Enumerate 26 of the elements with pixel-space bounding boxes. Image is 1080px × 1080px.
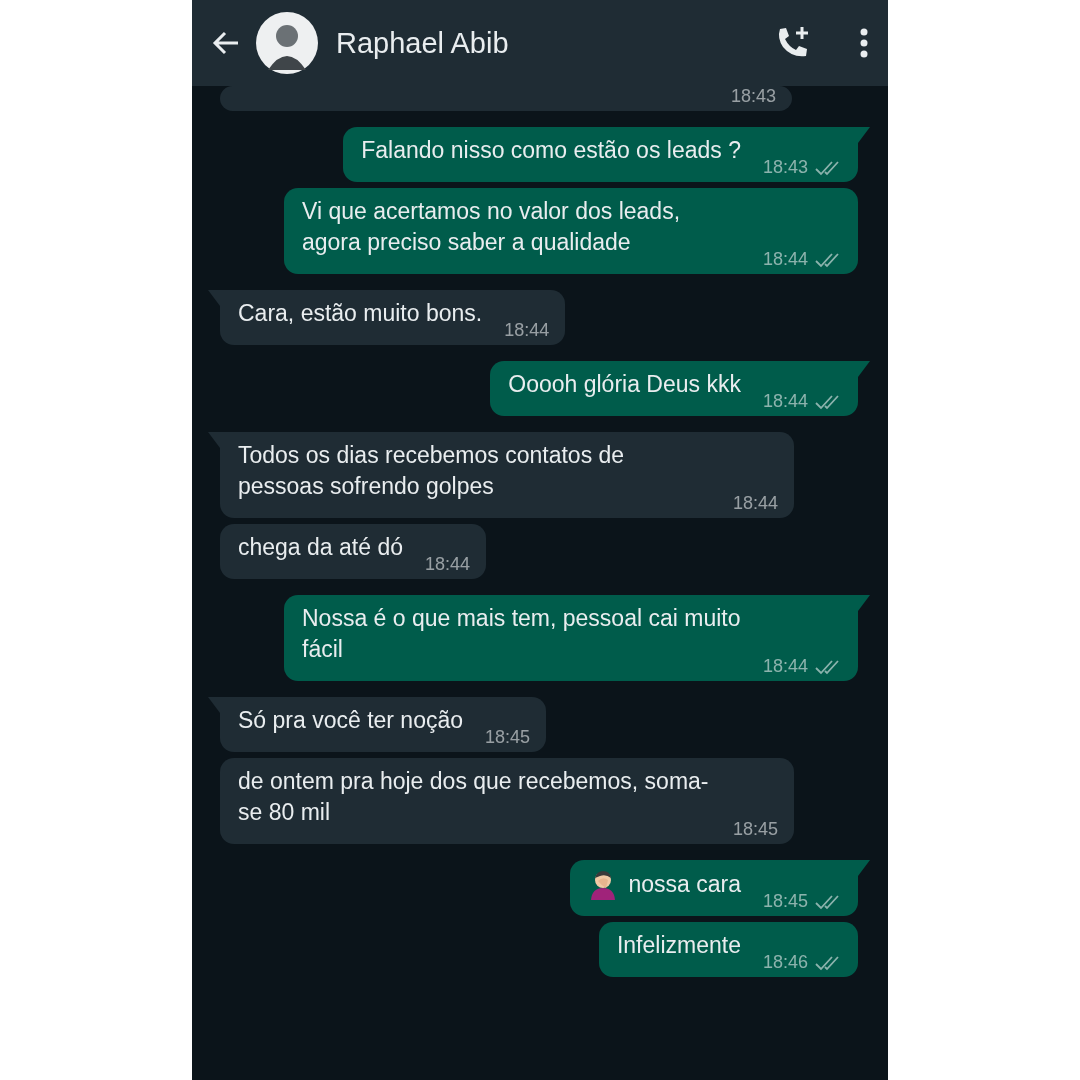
message-time: 18:46 bbox=[762, 952, 808, 973]
message-time: 18:44 bbox=[504, 320, 550, 341]
message-time: 18:44 bbox=[732, 493, 778, 514]
message-time: 18:45 bbox=[732, 819, 778, 840]
message-text: nossa cara bbox=[588, 868, 741, 912]
message-text: Nossa é o que mais tem, pessoal cai muito fácil bbox=[302, 604, 741, 664]
message-time: 18:43 bbox=[730, 86, 776, 107]
message-text: Infelizmente bbox=[616, 931, 741, 960]
message-time: 18:44 bbox=[762, 249, 808, 270]
message-text: Falando nisso como estão os leads ? bbox=[361, 136, 741, 165]
message-time: 18:44 bbox=[762, 391, 808, 412]
message-text: Vi que acertamos no valor dos leads, agora preciso saber a qualidade bbox=[302, 197, 682, 257]
message-text: chega da até dó bbox=[238, 533, 403, 562]
message-time: 18:45 bbox=[485, 727, 531, 748]
message-time: 18:44 bbox=[762, 656, 808, 677]
message-time: 18:43 bbox=[762, 157, 808, 178]
message-time: 18:45 bbox=[762, 891, 808, 912]
more-options-icon bbox=[860, 28, 868, 58]
message-text: Ooooh glória Deus kkk bbox=[508, 370, 741, 399]
message-text: Só pra você ter noção bbox=[238, 706, 464, 735]
message-text: de ontem pra hoje dos que recebemos, soma-se 80 mil bbox=[238, 767, 710, 827]
avatar[interactable] bbox=[256, 12, 318, 74]
contact-name[interactable]: Raphael Abib bbox=[336, 26, 760, 60]
message-time: 18:44 bbox=[425, 554, 471, 575]
message-text: Cara, estão muito bons. bbox=[238, 299, 483, 328]
message-text: Todos os dias recebemos contatos de pessoas sofrendo golpes bbox=[238, 441, 626, 501]
